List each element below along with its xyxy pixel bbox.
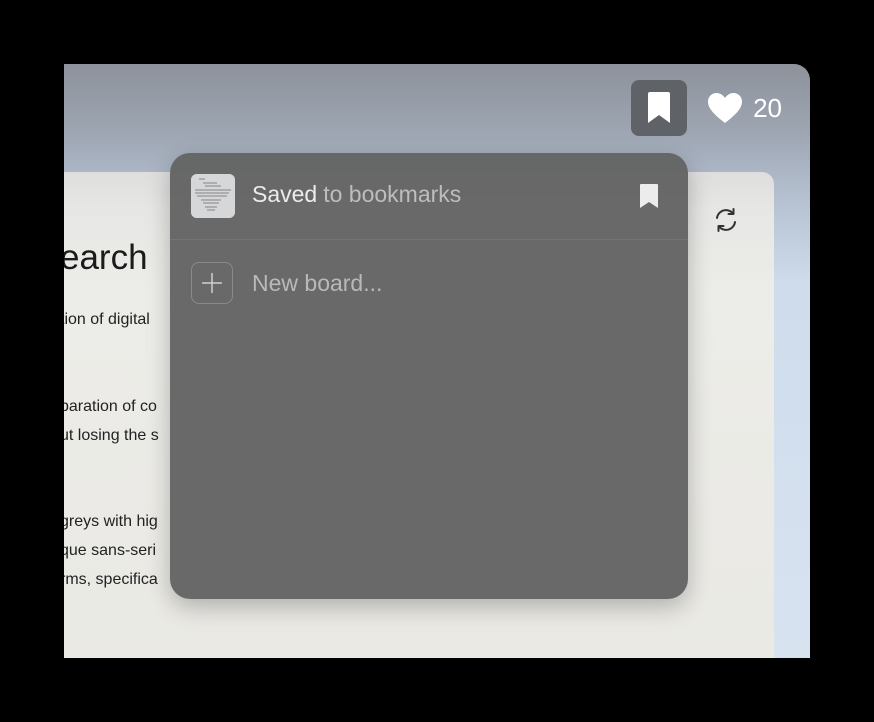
paragraph-line: que sans-seri (64, 542, 157, 559)
bookmark-button[interactable] (631, 80, 688, 136)
new-board-row[interactable]: New board... (170, 240, 688, 328)
saved-sub-label: to bookmarks (323, 181, 462, 207)
bookmark-icon[interactable] (638, 183, 660, 209)
saved-label: Saved (252, 181, 318, 207)
article-paragraph-2: paration of co ut losing the s (64, 392, 159, 450)
refresh-icon[interactable] (712, 206, 740, 234)
new-board-input[interactable]: New board... (252, 270, 382, 297)
saved-bookmarks-row[interactable]: Saved to bookmarks (170, 153, 688, 240)
thumbnail-image (191, 174, 235, 218)
paragraph-line: rms, specifica (64, 571, 158, 588)
heart-icon (708, 93, 743, 123)
paragraph-line: ut losing the s (64, 427, 159, 444)
saved-item-thumbnail (191, 174, 235, 218)
paragraph-line: greys with hig (64, 513, 158, 530)
article-paragraph-1: tion of digital (64, 305, 150, 334)
plus-icon (202, 273, 222, 293)
saved-status: Saved to bookmarks (252, 181, 461, 208)
paragraph-line: tion of digital (64, 311, 150, 328)
bookmark-icon (648, 92, 671, 123)
like-count: 20 (753, 92, 782, 123)
article-heading: earch (64, 238, 148, 277)
save-popover: Saved to bookmarks New board... (170, 153, 688, 599)
paragraph-line: paration of co (64, 398, 157, 415)
like-button[interactable]: 20 (707, 92, 782, 124)
article-paragraph-3: greys with hig que sans-seri rms, specif… (64, 507, 158, 594)
add-board-button[interactable] (191, 262, 233, 304)
top-actions: 20 (631, 80, 782, 136)
